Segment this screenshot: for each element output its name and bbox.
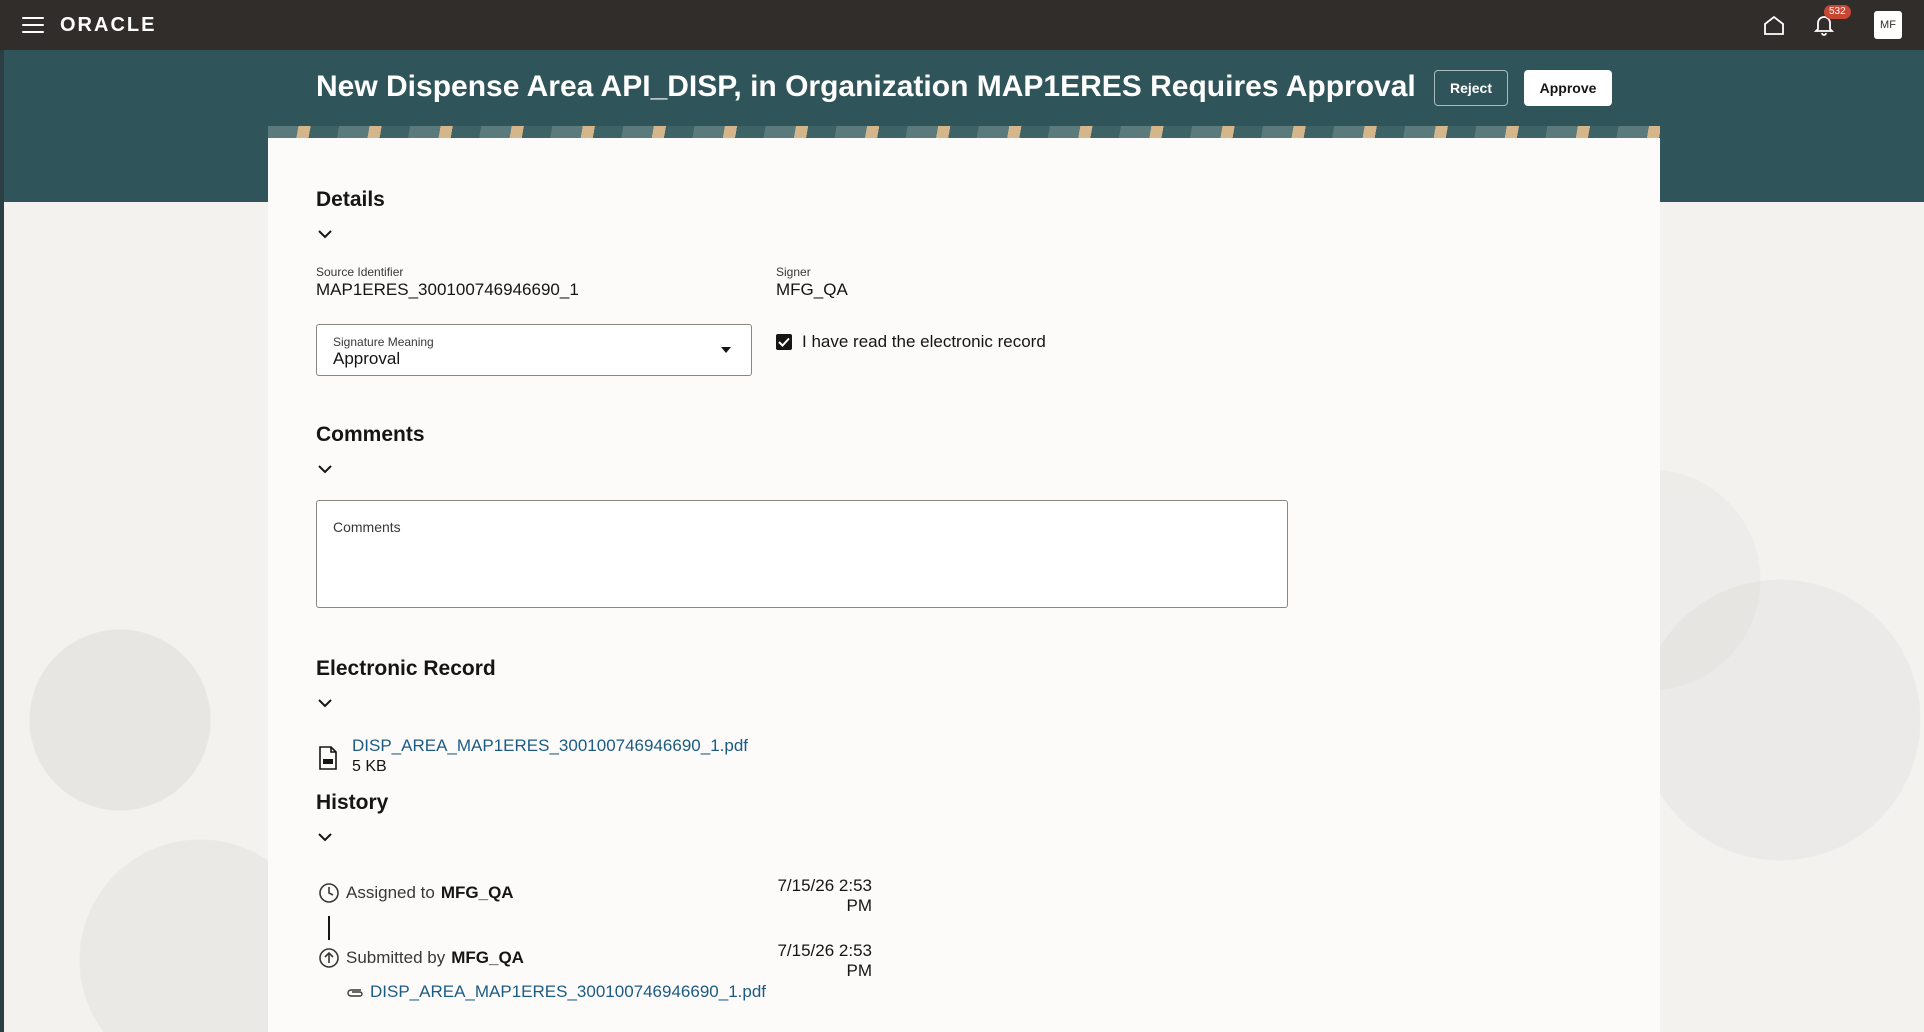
- signer-value: MFG_QA: [776, 280, 848, 299]
- electronic-record-file-link[interactable]: DISP_AREA_MAP1ERES_300100746946690_1.pdf: [352, 736, 748, 755]
- electronic-record-chevron-down-icon[interactable]: [316, 697, 334, 709]
- details-chevron-down-icon[interactable]: [316, 228, 334, 240]
- user-avatar[interactable]: MF: [1874, 11, 1902, 39]
- electronic-record-file-size: 5 KB: [352, 758, 387, 775]
- history-timeline-connector: [328, 916, 330, 940]
- signature-meaning-select[interactable]: Signature Meaning Approval: [316, 324, 752, 376]
- source-identifier-value: MAP1ERES_300100746946690_1: [316, 280, 579, 299]
- history-attachment-link[interactable]: DISP_AREA_MAP1ERES_300100746946690_1.pdf: [370, 982, 766, 1002]
- signature-meaning-label: Signature Meaning: [333, 335, 434, 349]
- comments-textarea[interactable]: Comments: [316, 500, 1288, 608]
- notifications-icon[interactable]: 532: [1810, 5, 1851, 39]
- electronic-record-title: Electronic Record: [316, 657, 496, 680]
- signer-label: Signer: [776, 265, 811, 279]
- history-item-prefix: Assigned to: [346, 883, 435, 902]
- history-attachment: DISP_AREA_MAP1ERES_300100746946690_1.pdf: [346, 982, 766, 1002]
- read-record-row: I have read the electronic record: [776, 332, 1046, 352]
- details-title: Details: [316, 188, 385, 211]
- history-item-assigned: Assigned to MFG_QA: [318, 882, 514, 904]
- upload-arrow-icon: [319, 948, 339, 968]
- history-item-timestamp: 7/15/26 2:53 PM: [777, 876, 872, 915]
- history-chevron-down-icon[interactable]: [316, 831, 334, 843]
- history-item-prefix: Submitted by: [346, 948, 446, 967]
- clock-icon: [319, 883, 339, 903]
- oracle-logo: ORACLE: [60, 13, 157, 36]
- electronic-record-file: DISP_AREA_MAP1ERES_300100746946690_1.pdf…: [318, 736, 748, 776]
- history-item-submitted: Submitted by MFG_QA: [318, 947, 524, 969]
- paperclip-icon: [347, 989, 363, 997]
- global-header: ORACLE 532 MF: [0, 0, 1924, 50]
- checkmark-icon: [778, 337, 790, 347]
- history-item-timestamp: 7/15/26 2:53 PM: [777, 941, 872, 980]
- source-identifier-label: Source Identifier: [316, 265, 404, 279]
- page-title: New Dispense Area API_DISP, in Organizat…: [316, 70, 1416, 103]
- approve-button[interactable]: Approve: [1524, 70, 1612, 106]
- decorative-banner: [268, 126, 1660, 138]
- read-record-label: I have read the electronic record: [802, 332, 1046, 351]
- history-item-user: MFG_QA: [451, 948, 524, 967]
- history-title: History: [316, 791, 389, 814]
- comments-chevron-down-icon[interactable]: [316, 463, 334, 475]
- home-icon[interactable]: [1760, 11, 1788, 39]
- reject-button[interactable]: Reject: [1434, 70, 1508, 106]
- history-item-user: MFG_QA: [440, 883, 514, 902]
- notification-badge: 532: [1824, 5, 1851, 19]
- pdf-file-icon: [319, 746, 337, 770]
- comments-title: Comments: [316, 423, 425, 446]
- comments-field-label: Comments: [333, 519, 401, 535]
- signature-meaning-value: Approval: [333, 349, 401, 368]
- menu-icon[interactable]: [22, 17, 44, 33]
- read-record-checkbox[interactable]: [776, 334, 792, 350]
- dropdown-caret-icon: [721, 347, 731, 353]
